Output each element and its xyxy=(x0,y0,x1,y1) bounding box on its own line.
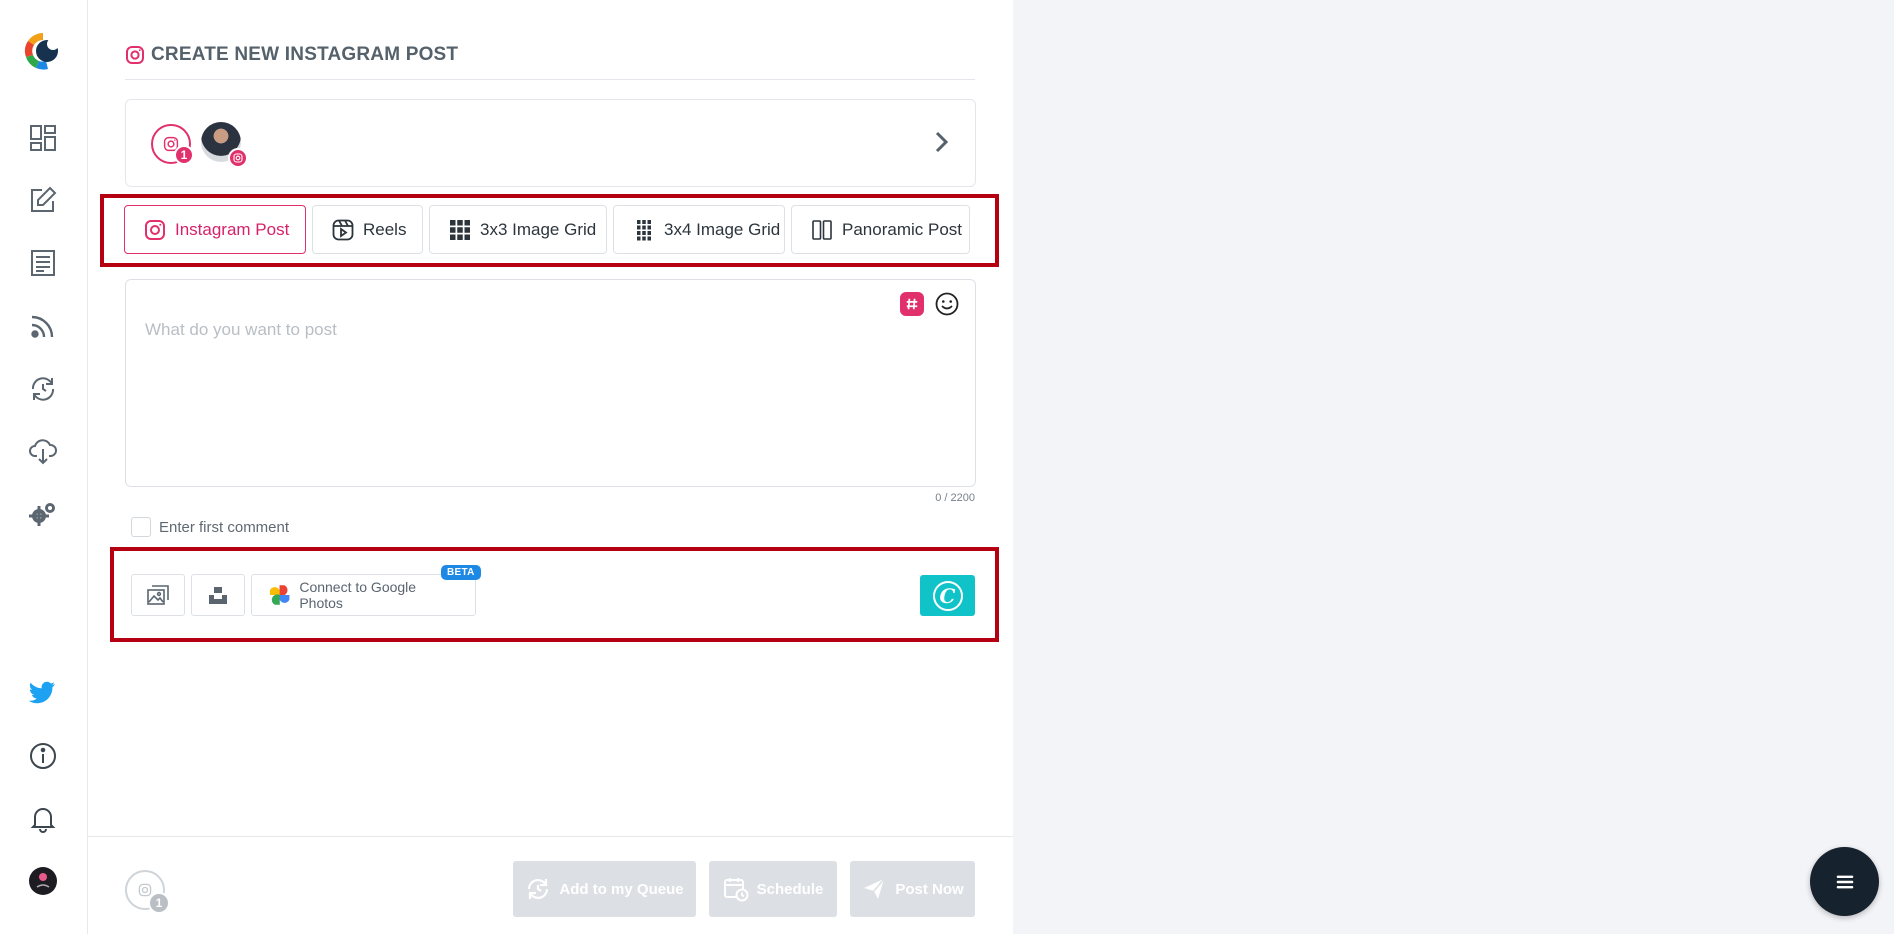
tab-label: Reels xyxy=(363,219,407,239)
google-photos-label: Connect to Google Photos xyxy=(299,579,417,611)
beta-badge: BETA xyxy=(441,565,481,580)
queue-icon xyxy=(528,879,549,899)
post-type-tabs: Instagram Post Reels 3x3 Image Grid 3x4 … xyxy=(124,205,970,254)
sidebar xyxy=(0,0,88,934)
canva-icon: C xyxy=(932,580,963,611)
first-comment-checkbox[interactable] xyxy=(131,517,151,537)
account-count-badge: 1 xyxy=(148,892,170,914)
cloud-download-icon[interactable] xyxy=(26,434,60,468)
page-header: CREATE NEW INSTAGRAM POST xyxy=(125,44,975,80)
google-photos-icon xyxy=(269,585,290,605)
rss-icon[interactable] xyxy=(26,309,60,343)
twitter-icon[interactable] xyxy=(26,675,60,709)
page-title: CREATE NEW INSTAGRAM POST xyxy=(151,44,459,65)
instagram-badge-icon xyxy=(228,148,248,168)
grid-3x3-icon xyxy=(450,219,470,240)
avatar[interactable] xyxy=(26,864,60,898)
composer-footer: 1 Add to my Queue Schedule Post Now xyxy=(88,836,1013,934)
account-selector[interactable]: 1 xyxy=(125,99,976,187)
google-photos-button[interactable]: Connect to Google Photos xyxy=(251,574,476,616)
send-icon xyxy=(864,878,885,899)
info-icon[interactable] xyxy=(26,739,60,773)
bell-icon[interactable] xyxy=(26,801,60,835)
grid-3x4-icon xyxy=(637,219,651,240)
first-comment-row: Enter first comment xyxy=(131,517,289,537)
selected-count-badge: 1 xyxy=(174,145,194,165)
calendar-clock-icon xyxy=(723,878,749,902)
first-comment-label: Enter first comment xyxy=(159,518,290,536)
menu-icon xyxy=(1836,875,1853,888)
tab-label: 3x4 Image Grid xyxy=(664,219,781,239)
post-text-input[interactable] xyxy=(145,320,945,470)
instagram-icon xyxy=(145,219,165,240)
compose-icon[interactable] xyxy=(26,183,60,217)
tab-label: Panoramic Post xyxy=(842,219,962,239)
reels-icon xyxy=(332,219,354,240)
instagram-icon xyxy=(126,46,144,64)
gallery-icon xyxy=(147,585,169,605)
unsplash-button[interactable] xyxy=(191,574,245,616)
unsplash-icon xyxy=(209,587,227,604)
posts-icon[interactable] xyxy=(26,246,60,280)
settings-icon[interactable] xyxy=(26,497,60,531)
dashboard-icon[interactable] xyxy=(26,121,60,155)
menu-fab[interactable] xyxy=(1810,847,1879,916)
tab-label: Instagram Post xyxy=(175,219,290,239)
tab-3x4-image-grid[interactable]: 3x4 Image Grid xyxy=(613,205,785,254)
upload-image-button[interactable] xyxy=(131,574,185,616)
hashtag-icon[interactable] xyxy=(900,292,924,316)
emoji-icon[interactable] xyxy=(934,291,960,317)
panoramic-icon xyxy=(812,219,832,240)
chevron-right-icon[interactable] xyxy=(929,128,953,156)
tab-3x3-image-grid[interactable]: 3x3 Image Grid xyxy=(429,205,607,254)
add-to-queue-button[interactable]: Add to my Queue xyxy=(513,861,696,917)
tab-reels[interactable]: Reels xyxy=(312,205,423,254)
tab-label: 3x3 Image Grid xyxy=(480,219,597,239)
post-now-button[interactable]: Post Now xyxy=(850,861,975,917)
canva-button[interactable]: C xyxy=(920,575,975,616)
post-composer xyxy=(125,279,976,487)
tab-instagram-post[interactable]: Instagram Post xyxy=(124,205,306,254)
app-logo[interactable] xyxy=(22,30,64,72)
schedule-button[interactable]: Schedule xyxy=(709,861,837,917)
recycle-icon[interactable] xyxy=(26,372,60,406)
tab-panoramic-post[interactable]: Panoramic Post xyxy=(791,205,970,254)
